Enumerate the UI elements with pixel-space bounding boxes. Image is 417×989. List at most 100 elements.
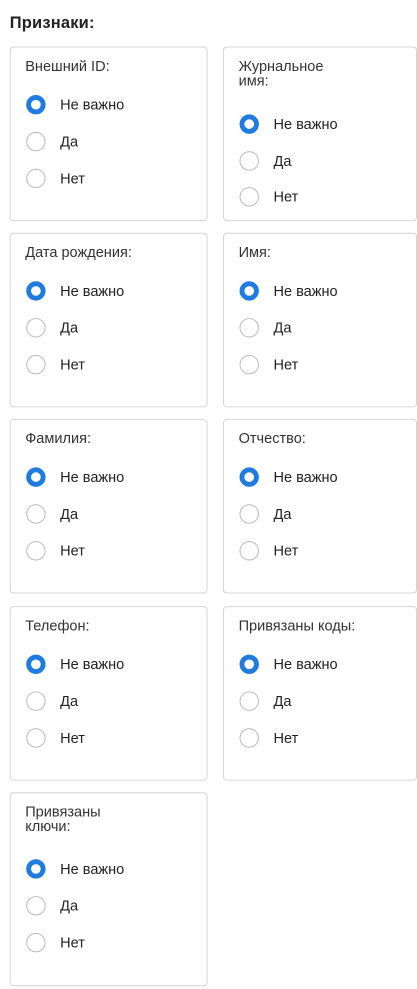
radio-unchecked-icon[interactable]	[26, 131, 46, 152]
radio-unchecked-icon[interactable]	[26, 932, 46, 953]
option-label: Не важно	[60, 468, 125, 486]
section-title: Признаки:	[9, 13, 95, 33]
option-label: Да	[273, 152, 292, 170]
radio-unchecked-icon[interactable]	[239, 318, 259, 338]
radio-checked-icon[interactable]	[239, 281, 259, 301]
filter-label: Журнальное имя:	[238, 58, 324, 90]
option-label: Да	[60, 505, 79, 523]
radio-option-no[interactable]: Нет	[26, 168, 85, 189]
filter-label: Дата рождения:	[25, 244, 132, 261]
filter-card-linked-keys: Привязаны ключи: Не важно Да Нет	[9, 792, 208, 987]
radio-option-any[interactable]: Не важно	[239, 113, 338, 134]
radio-option-yes[interactable]: Да	[26, 317, 78, 338]
filter-label: Имя:	[238, 244, 271, 261]
radio-option-any[interactable]: Не важно	[239, 466, 338, 487]
filter-label: Внешний ID:	[25, 58, 110, 75]
filter-card-last-name: Фамилия: Не важно Да Нет	[9, 418, 208, 594]
radio-option-no[interactable]: Нет	[26, 932, 85, 953]
radio-option-no[interactable]: Нет	[26, 727, 85, 748]
filter-card-birth-date: Дата рождения: Не важно Да Нет	[9, 232, 208, 408]
radio-checked-icon[interactable]	[26, 281, 46, 301]
radio-option-yes[interactable]: Да	[239, 503, 292, 524]
option-label: Не важно	[273, 656, 338, 673]
radio-option-any[interactable]: Не важно	[26, 654, 124, 675]
option-label: Нет	[60, 170, 85, 187]
radio-option-any[interactable]: Не важно	[239, 654, 338, 675]
radio-option-no[interactable]: Нет	[239, 727, 299, 748]
option-label: Нет	[273, 356, 299, 373]
radio-option-yes[interactable]: Да	[26, 503, 78, 524]
radio-option-any[interactable]: Не важно	[26, 94, 124, 115]
filter-card-first-name: Имя: Не важно Да Нет	[223, 232, 417, 408]
filter-card-linked-codes: Привязаны коды: Не важно Да Нет	[223, 606, 417, 781]
option-label: Нет	[273, 729, 299, 747]
option-label: Да	[60, 133, 79, 150]
radio-option-no[interactable]: Нет	[239, 354, 299, 375]
option-label: Не важно	[273, 115, 338, 133]
radio-unchecked-icon[interactable]	[239, 354, 259, 375]
option-label: Нет	[273, 188, 299, 206]
filter-label: Отчество:	[238, 430, 306, 448]
option-label: Не важно	[60, 860, 125, 878]
filter-card-patronymic: Отчество: Не важно Да Нет	[223, 418, 417, 594]
filter-label: Телефон:	[25, 617, 90, 635]
radio-option-yes[interactable]: Да	[26, 895, 78, 916]
radio-option-any[interactable]: Не важно	[26, 858, 124, 879]
radio-checked-icon[interactable]	[26, 654, 46, 674]
filter-card-journal-name: Журнальное имя: Не важно Да Нет	[223, 46, 417, 222]
radio-unchecked-icon[interactable]	[26, 318, 46, 338]
radio-option-yes[interactable]: Да	[26, 131, 78, 152]
radio-option-no[interactable]: Нет	[239, 540, 299, 561]
radio-checked-icon[interactable]	[26, 95, 46, 115]
radio-option-yes[interactable]: Да	[26, 690, 78, 711]
filter-card-phone: Телефон: Не важно Да Нет	[9, 606, 208, 781]
radio-option-any[interactable]: Не важно	[239, 280, 338, 301]
option-label: Нет	[60, 729, 85, 747]
radio-unchecked-icon[interactable]	[26, 728, 46, 748]
option-label: Нет	[60, 934, 85, 951]
radio-option-no[interactable]: Нет	[26, 540, 85, 561]
radio-unchecked-icon[interactable]	[239, 728, 259, 748]
option-label: Не важно	[60, 96, 125, 113]
radio-unchecked-icon[interactable]	[26, 168, 46, 189]
option-label: Нет	[60, 542, 85, 560]
filter-label: Привязаны ключи:	[25, 803, 101, 835]
radio-checked-icon[interactable]	[26, 467, 46, 487]
radio-checked-icon[interactable]	[239, 654, 259, 674]
radio-option-any[interactable]: Не важно	[26, 466, 124, 487]
radio-unchecked-icon[interactable]	[26, 354, 46, 375]
filter-card-external-id: Внешний ID: Не важно Да Нет	[9, 46, 208, 222]
radio-checked-icon[interactable]	[239, 114, 259, 134]
option-label: Да	[273, 319, 292, 337]
radio-unchecked-icon[interactable]	[26, 504, 46, 524]
option-label: Да	[60, 319, 79, 337]
option-label: Не важно	[60, 282, 125, 300]
radio-unchecked-icon[interactable]	[239, 151, 259, 171]
option-label: Нет	[60, 356, 85, 373]
filter-label: Фамилия:	[25, 430, 92, 448]
radio-option-yes[interactable]: Да	[239, 317, 292, 338]
radio-unchecked-icon[interactable]	[239, 541, 259, 561]
radio-option-no[interactable]: Нет	[26, 354, 85, 375]
radio-unchecked-icon[interactable]	[239, 691, 259, 711]
option-label: Не важно	[273, 282, 338, 300]
option-label: Не важно	[273, 468, 338, 486]
radio-option-no[interactable]: Нет	[239, 186, 299, 207]
option-label: Не важно	[60, 656, 125, 673]
radio-unchecked-icon[interactable]	[26, 541, 46, 561]
option-label: Нет	[273, 542, 299, 560]
option-label: Да	[273, 692, 292, 710]
radio-unchecked-icon[interactable]	[239, 504, 259, 524]
radio-unchecked-icon[interactable]	[26, 691, 46, 711]
radio-unchecked-icon[interactable]	[26, 896, 46, 916]
option-label: Да	[60, 897, 79, 915]
radio-unchecked-icon[interactable]	[239, 187, 259, 207]
option-label: Да	[60, 692, 79, 710]
radio-option-yes[interactable]: Да	[239, 690, 292, 711]
radio-checked-icon[interactable]	[239, 467, 259, 487]
filter-label: Привязаны коды:	[238, 617, 356, 635]
radio-checked-icon[interactable]	[26, 859, 46, 879]
radio-option-yes[interactable]: Да	[239, 150, 292, 171]
radio-option-any[interactable]: Не важно	[26, 280, 124, 301]
option-label: Да	[273, 505, 292, 523]
